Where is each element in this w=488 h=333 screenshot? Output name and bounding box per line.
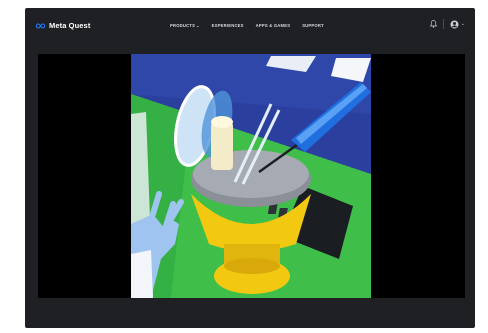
vr-scene-video-frame [131,54,371,298]
nav-divider [442,19,444,29]
meta-quest-logo[interactable]: Meta Quest [35,21,90,30]
nav-item-apps-games[interactable]: APPS & GAMES [256,23,291,28]
chevron-down-icon[interactable]: ⌄ [461,21,465,27]
chevron-down-icon: ⌄ [196,23,200,28]
account-icon[interactable] [450,20,459,29]
meta-infinity-icon [35,22,46,29]
video-player[interactable] [38,54,465,298]
brand-name: Meta Quest [49,21,91,30]
browser-window: Meta Quest PRODUCTS⌄ EXPERIENCES APPS & … [25,8,475,328]
nav-item-experiences[interactable]: EXPERIENCES [212,23,244,28]
bell-icon[interactable] [429,20,437,28]
nav-item-products[interactable]: PRODUCTS⌄ [170,23,200,28]
nav-actions: ⌄ [429,19,465,29]
top-navigation: Meta Quest PRODUCTS⌄ EXPERIENCES APPS & … [25,8,475,46]
main-menu: PRODUCTS⌄ EXPERIENCES APPS & GAMES SUPPO… [170,23,324,28]
nav-item-support[interactable]: SUPPORT [302,23,324,28]
